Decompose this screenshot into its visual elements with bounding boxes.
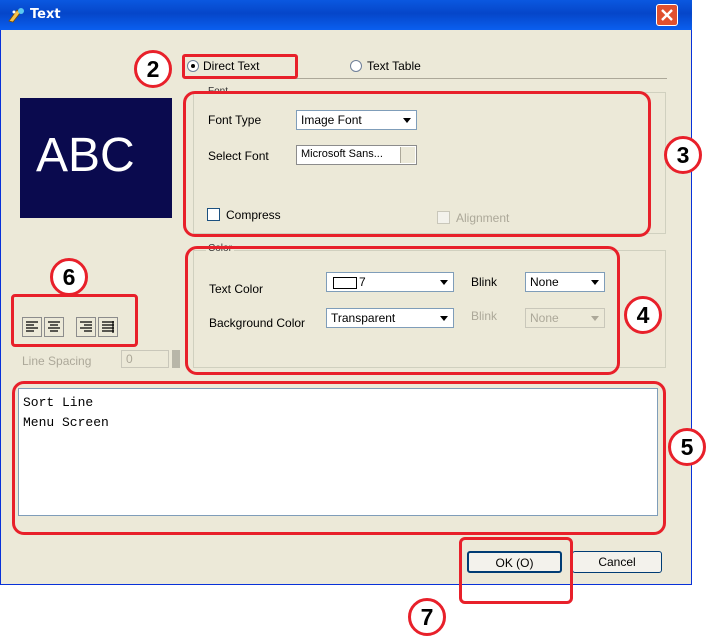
close-button[interactable] <box>656 4 678 26</box>
annotation-box-ok <box>459 537 573 604</box>
text-table-label[interactable]: Text Table <box>367 59 421 73</box>
line-spacing-spinner: 0 <box>121 350 169 368</box>
text-table-radio[interactable] <box>350 60 362 72</box>
callout-5: 5 <box>668 428 706 466</box>
annotation-box-text-area <box>12 381 666 535</box>
callout-2: 2 <box>134 50 172 88</box>
callout-7: 7 <box>408 598 446 636</box>
callout-4: 4 <box>624 296 662 334</box>
spinner-handle <box>172 350 180 368</box>
window-title: Text <box>30 7 61 22</box>
annotation-box-color <box>185 246 620 375</box>
title-bar[interactable]: Text <box>0 0 692 30</box>
callout-3: 3 <box>664 136 702 174</box>
text-preview: ABC <box>20 98 172 218</box>
app-icon <box>8 8 24 23</box>
callout-6: 6 <box>50 258 88 296</box>
annotation-box-font <box>183 91 651 237</box>
close-icon <box>661 9 673 21</box>
annotation-box-alignment <box>11 294 138 347</box>
annotation-box-direct-text <box>182 54 298 79</box>
preview-text: ABC <box>36 129 135 182</box>
cancel-button[interactable]: Cancel <box>572 551 662 573</box>
line-spacing-label: Line Spacing <box>22 354 92 368</box>
